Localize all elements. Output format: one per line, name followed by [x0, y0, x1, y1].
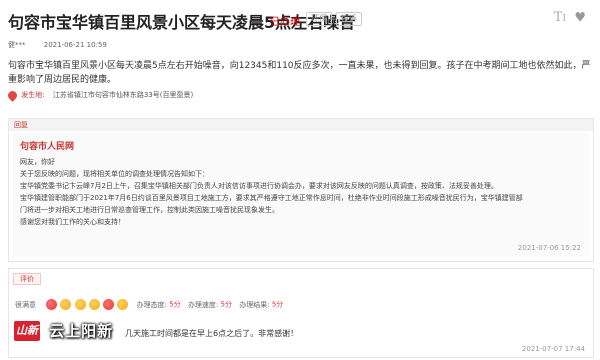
- rating-face-icon: [117, 299, 129, 310]
- rating-heart-icon: [103, 299, 115, 310]
- score-speed-value: 5分: [220, 300, 232, 309]
- score-attitude-label: 办理态度:: [136, 300, 167, 309]
- tag-complaint[interactable]: 投诉: [336, 12, 362, 26]
- rating-label: 很满意: [15, 300, 36, 309]
- reply-greeting: 网友，你好: [20, 158, 55, 166]
- evaluation-label: 评价: [13, 273, 41, 285]
- page-title: 句容市宝华镇百里风景小区每天凌晨5点左右噪音: [8, 13, 356, 32]
- watermark-text: 云上阳新: [49, 322, 114, 340]
- rating-heart-icon: [46, 299, 58, 310]
- font-size-icon[interactable]: TI: [554, 10, 566, 25]
- location-row: 发生地: 江苏省镇江市句容市仙林东路33号(百里盈景): [6, 88, 194, 104]
- post-body: 句容市宝华镇百里风景小区每天凌晨5点左右开始噪音，向12345和110反应多次，…: [8, 61, 591, 85]
- rating-face-icon: [88, 299, 100, 310]
- reply-thanks: 感谢您对我们工作的关心和支持！: [20, 218, 125, 226]
- post-date: 2021-06-21 10:59: [43, 41, 107, 49]
- tag-environment[interactable]: 环保: [306, 12, 332, 26]
- reply-content: 句容市人民网 网友，你好 关于您反映的问题，现将相关单位的调查处理情况告知如下：…: [13, 133, 589, 257]
- location-address: 江苏省镇江市句容市仙林东路33号(百里盈景): [52, 91, 194, 99]
- reply-organization[interactable]: 句容市人民网: [20, 138, 582, 152]
- author-name: 健***: [8, 41, 26, 49]
- reply-line: 门将进一步对相关工地进行日常巡查管理工作，控制此类因施工噪音扰民现象发生。: [20, 206, 279, 214]
- evaluation-time: 2021-07-07 17:44: [521, 345, 585, 353]
- rating-face-icon: [74, 299, 86, 310]
- location-pin-icon: [6, 88, 19, 102]
- evaluation-section: 评价 很满意 办理态度: 5分 办理速度: 5分 办理结果: 5分 几天施工时间…: [8, 268, 594, 358]
- score-result-label: 办理结果:: [239, 300, 270, 309]
- reply-time: 2021-07-06 15:22: [517, 244, 581, 252]
- score-result-value: 5分: [271, 300, 284, 309]
- evaluation-comment: 几天施工时间都是在早上6点之后了。非常感谢！: [125, 329, 299, 338]
- watermark: 山新 云上阳新: [14, 320, 113, 342]
- status-badge: 已办理: [270, 17, 300, 28]
- reply-section: 回复 句容市人民网 网友，你好 关于您反映的问题，现将相关单位的调查处理情况告知…: [8, 118, 594, 262]
- watermark-logo: 山新: [14, 320, 40, 341]
- reply-section-label: 回复: [9, 119, 593, 131]
- score-attitude-value: 5分: [169, 300, 181, 309]
- reply-line: 宝华镇建管职能部门于2021年7月6日约谈百里风景项目工地施工方，要求其严格遵守…: [20, 194, 523, 202]
- reply-line: 关于您反映的问题，现将相关单位的调查处理情况告知如下：: [20, 170, 209, 178]
- page-header: 句容市宝华镇百里风景小区每天凌晨5点左右噪音 已办理 环保 投诉 TI ♥: [0, 0, 600, 36]
- score-speed-label: 办理速度:: [187, 300, 219, 309]
- reply-line: 宝华镇党委书记卞云峰7月2日上午，召集宝华镇相关部门负责人对该信访事项进行协调会…: [20, 182, 498, 190]
- rating-face-icon: [60, 299, 72, 310]
- rating-row: 很满意 办理态度: 5分 办理速度: 5分 办理结果: 5分: [15, 299, 283, 313]
- location-label: 发生地:: [21, 91, 45, 99]
- post-meta: 健*** 2021-06-21 10:59: [8, 40, 107, 50]
- like-icon[interactable]: ♥: [574, 9, 586, 25]
